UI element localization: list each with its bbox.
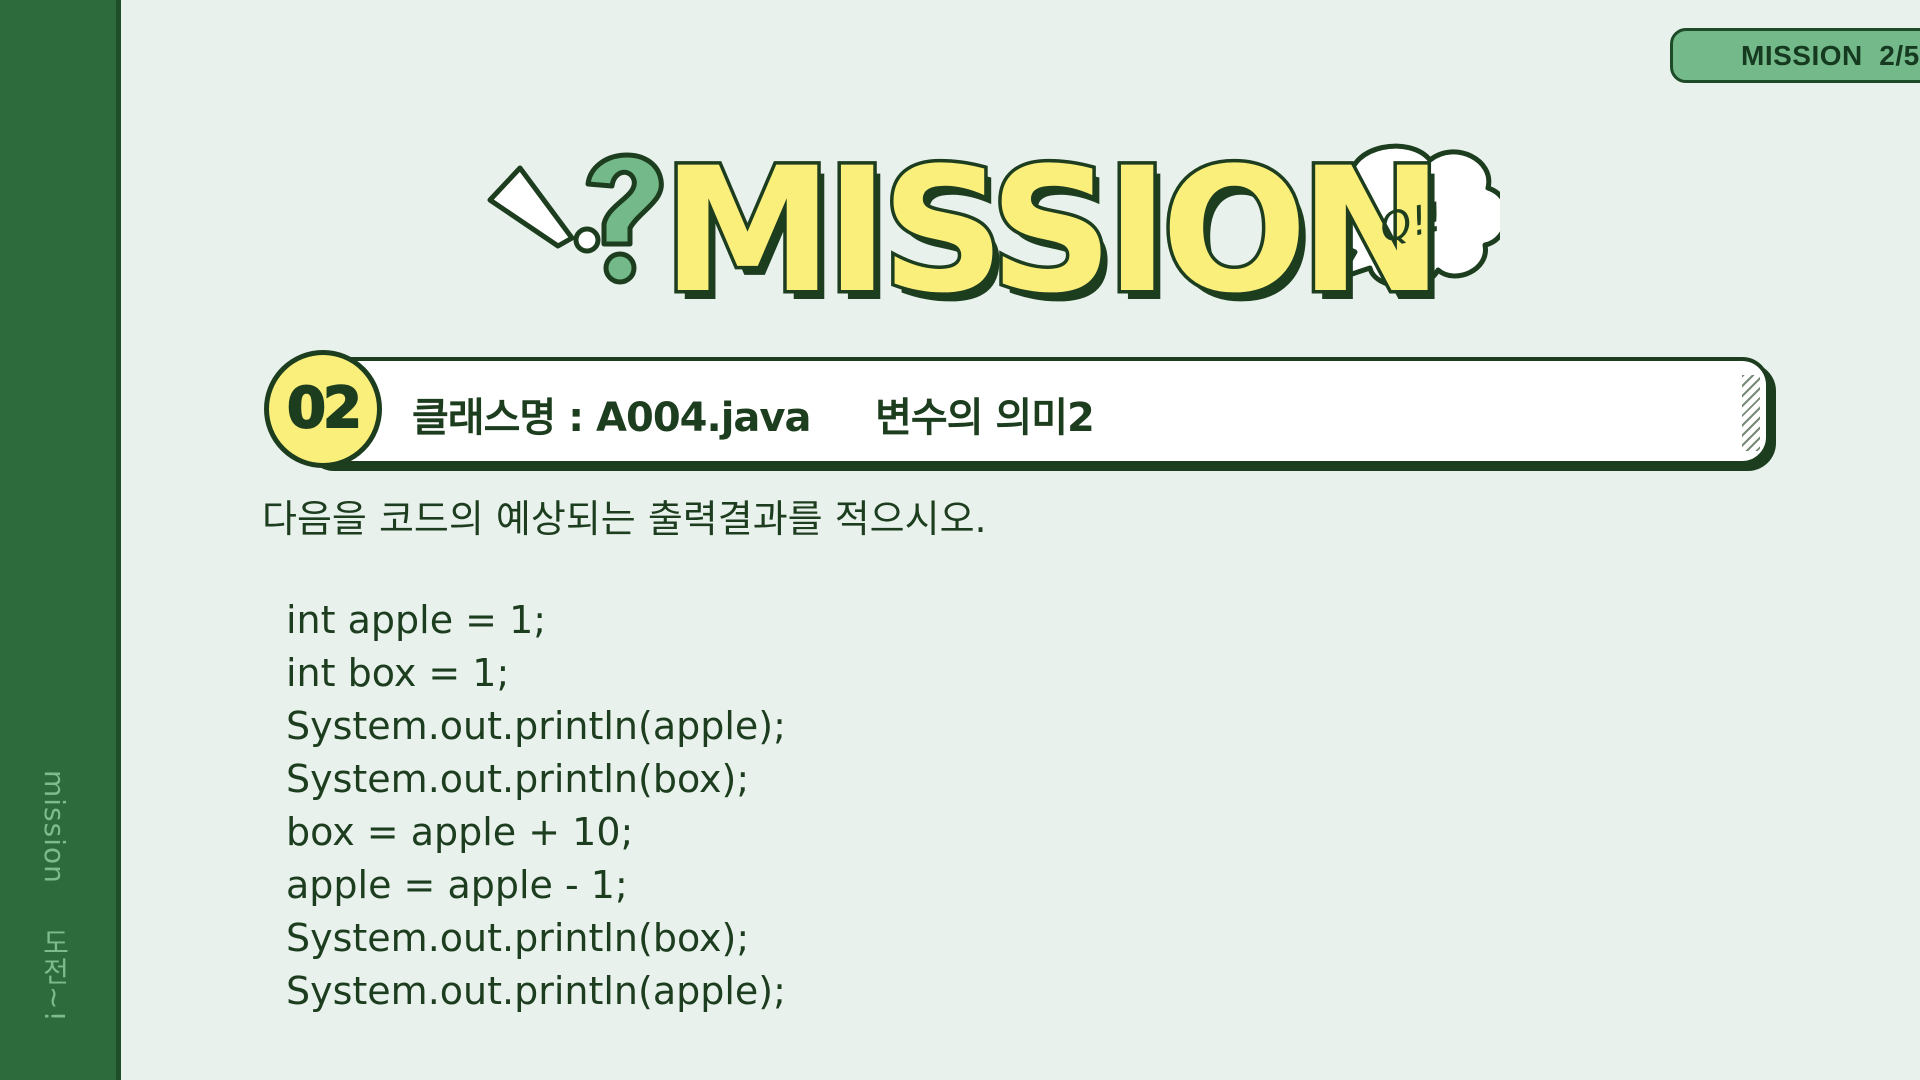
sidebar: mission 도전~!	[0, 0, 121, 1080]
mission-hero: MISSION Q!!	[480, 132, 1500, 330]
code-line: int apple = 1;	[286, 598, 547, 642]
exclamation-icon	[487, 165, 601, 254]
mission-title: 클래스명 : A004.java 변수의 의미2	[412, 395, 1095, 441]
sidebar-label-en: mission	[38, 770, 71, 884]
code-line: apple = apple - 1;	[286, 863, 628, 907]
code-line: System.out.println(apple);	[286, 969, 786, 1013]
code-line: System.out.println(box);	[286, 757, 750, 801]
code-line: System.out.println(apple);	[286, 704, 786, 748]
code-line: int box = 1;	[286, 651, 510, 695]
hero-title: MISSION	[658, 130, 1446, 331]
code-line: box = apple + 10;	[286, 810, 634, 854]
page-counter-value: 2/5	[1879, 40, 1920, 71]
question-icon	[585, 152, 664, 285]
hatch-decoration	[1742, 375, 1760, 451]
code-line: System.out.println(box);	[286, 916, 750, 960]
page-counter: MISSION 2/5	[1670, 28, 1920, 83]
page-counter-label: MISSION	[1741, 40, 1863, 71]
code-block: int apple = 1; int box = 1; System.out.p…	[286, 594, 786, 1018]
sidebar-label: mission 도전~!	[34, 770, 74, 1022]
mission-number-badge: 02	[264, 350, 382, 468]
sidebar-label-ko: 도전~!	[38, 927, 71, 1023]
instruction-text: 다음을 코드의 예상되는 출력결과를 적으시오.	[262, 497, 987, 541]
